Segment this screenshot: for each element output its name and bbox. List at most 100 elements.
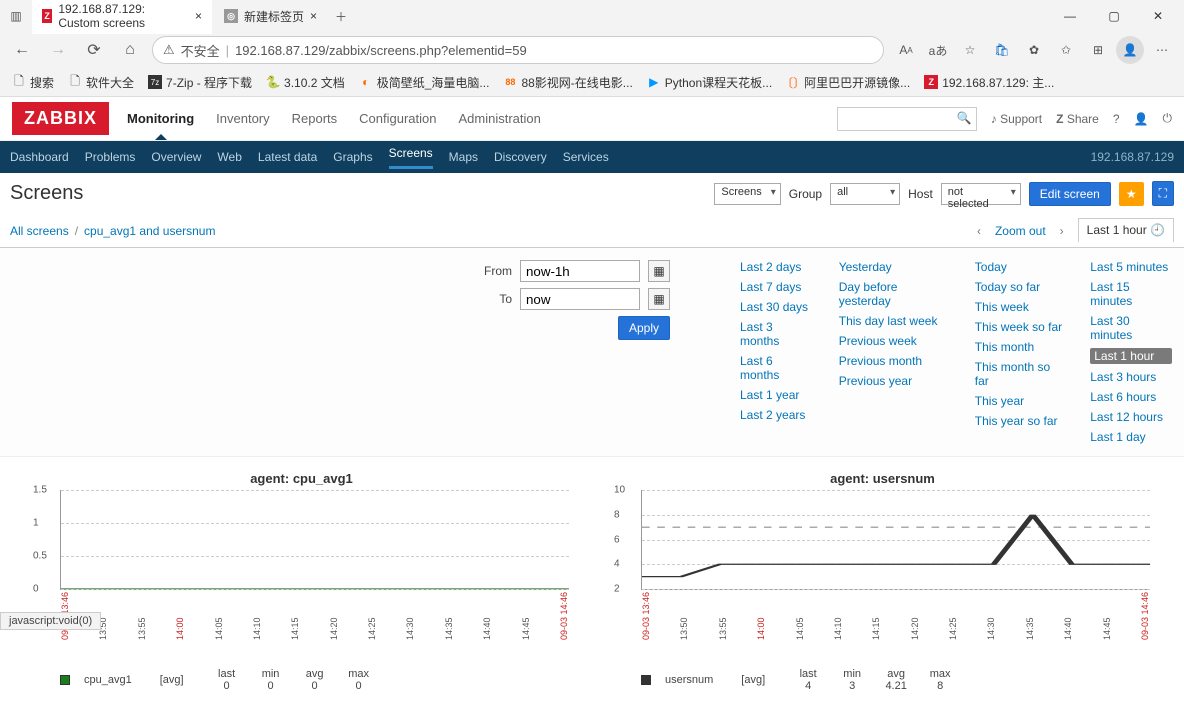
preset-link[interactable]: This month so far: [975, 360, 1064, 388]
bookmark-item[interactable]: ▶Python课程天花板...: [647, 74, 772, 91]
global-search-input[interactable]: 🔍: [837, 107, 977, 131]
menu-administration[interactable]: Administration: [459, 111, 541, 126]
bookmark-item[interactable]: 8888影视网-在线电影...: [503, 74, 632, 91]
new-tab-button[interactable]: ＋: [329, 4, 353, 28]
breadcrumb-all[interactable]: All screens: [10, 224, 69, 238]
extensions-icon[interactable]: ✿: [1020, 36, 1048, 64]
app-icon[interactable]: ⊞: [1084, 36, 1112, 64]
bookmark-item[interactable]: ◐极简壁纸_海量电脑...: [359, 74, 490, 91]
subnav-services[interactable]: Services: [563, 150, 609, 164]
subnav-problems[interactable]: Problems: [85, 150, 136, 164]
preset-link[interactable]: Last 3 months: [740, 320, 813, 348]
preset-link[interactable]: Last 2 days: [740, 260, 813, 274]
subnav-maps[interactable]: Maps: [449, 150, 478, 164]
preset-link[interactable]: This week so far: [975, 320, 1064, 334]
edit-screen-button[interactable]: Edit screen: [1029, 182, 1111, 206]
preset-link[interactable]: Previous year: [839, 374, 949, 388]
preset-link[interactable]: Last 30 minutes: [1090, 314, 1172, 342]
browser-tab-1[interactable]: ◎ 新建标签页 ×: [214, 4, 327, 29]
to-calendar-icon[interactable]: ▦: [648, 288, 670, 310]
time-period-toggle[interactable]: Last 1 hour 🕘: [1078, 218, 1174, 243]
fullscreen-button[interactable]: ⛶: [1152, 181, 1174, 206]
user-icon[interactable]: 👤: [1134, 112, 1149, 126]
preset-link[interactable]: Last 6 months: [740, 354, 813, 382]
bookmark-item[interactable]: 🗋搜索: [12, 74, 54, 91]
breadcrumb-current[interactable]: cpu_avg1 and usersnum: [84, 224, 215, 238]
menu-inventory[interactable]: Inventory: [216, 111, 269, 126]
help-icon[interactable]: ?: [1113, 112, 1120, 126]
preset-link[interactable]: Previous week: [839, 334, 949, 348]
zabbix-logo[interactable]: ZABBIX: [12, 102, 109, 135]
subnav-overview[interactable]: Overview: [151, 150, 201, 164]
zoom-out[interactable]: Zoom out: [995, 224, 1046, 238]
preset-link[interactable]: Last 3 hours: [1090, 370, 1172, 384]
preset-link[interactable]: Today: [975, 260, 1064, 274]
share-link[interactable]: Z Share: [1056, 112, 1099, 126]
minimize-button[interactable]: —: [1048, 2, 1092, 30]
preset-link[interactable]: Last 6 hours: [1090, 390, 1172, 404]
shopping-icon[interactable]: 🛍: [988, 36, 1016, 64]
maximize-button[interactable]: ▢: [1092, 2, 1136, 30]
bookmark-item[interactable]: 🐍3.10.2 文档: [266, 74, 345, 91]
preset-link[interactable]: Last 5 minutes: [1090, 260, 1172, 274]
to-input[interactable]: [520, 288, 640, 310]
subnav-latest[interactable]: Latest data: [258, 150, 317, 164]
group-select[interactable]: all: [830, 183, 900, 205]
time-prev-icon[interactable]: ‹: [977, 224, 981, 238]
apply-button[interactable]: Apply: [618, 316, 670, 340]
preset-link[interactable]: Yesterday: [839, 260, 949, 274]
collections-icon[interactable]: ✩: [1052, 36, 1080, 64]
preset-link[interactable]: This year: [975, 394, 1064, 408]
preset-link[interactable]: Previous month: [839, 354, 949, 368]
bookmark-item[interactable]: Z192.168.87.129: 主...: [924, 74, 1054, 91]
from-input[interactable]: [520, 260, 640, 282]
subnav-screens[interactable]: Screens: [389, 146, 433, 169]
preset-link[interactable]: Last 30 days: [740, 300, 813, 314]
preset-link[interactable]: This year so far: [975, 414, 1064, 428]
subnav-discovery[interactable]: Discovery: [494, 150, 547, 164]
text-size-icon[interactable]: AA: [892, 36, 920, 64]
close-tab-icon[interactable]: ×: [195, 9, 202, 23]
from-calendar-icon[interactable]: ▦: [648, 260, 670, 282]
preset-link[interactable]: This month: [975, 340, 1064, 354]
preset-link[interactable]: Day before yesterday: [839, 280, 949, 308]
preset-link[interactable]: Last 2 years: [740, 408, 813, 422]
preset-link[interactable]: Last 7 days: [740, 280, 813, 294]
menu-configuration[interactable]: Configuration: [359, 111, 436, 126]
preset-link[interactable]: Last 12 hours: [1090, 410, 1172, 424]
preset-link[interactable]: Last 1 day: [1090, 430, 1172, 444]
reload-button[interactable]: ⟳: [80, 36, 108, 64]
support-link[interactable]: ♪ Support: [991, 112, 1042, 126]
favorite-button[interactable]: ★: [1119, 182, 1144, 206]
browser-tab-0[interactable]: Z 192.168.87.129: Custom screens ×: [32, 0, 212, 34]
host-select[interactable]: not selected: [941, 183, 1021, 205]
preset-link[interactable]: Last 15 minutes: [1090, 280, 1172, 308]
bookmark-item[interactable]: 〔〕阿里巴巴开源镜像...: [786, 74, 910, 91]
preset-link[interactable]: Last 1 year: [740, 388, 813, 402]
menu-monitoring[interactable]: Monitoring: [127, 111, 194, 126]
preset-link[interactable]: Today so far: [975, 280, 1064, 294]
close-tab-icon[interactable]: ×: [310, 9, 317, 23]
preset-link[interactable]: This week: [975, 300, 1064, 314]
translate-icon[interactable]: aあ: [924, 36, 952, 64]
tab-menu-icon[interactable]: ▥: [4, 4, 28, 28]
search-icon[interactable]: 🔍: [957, 111, 972, 125]
profile-icon[interactable]: 👤: [1116, 36, 1144, 64]
logout-icon[interactable]: ⏻: [1163, 111, 1173, 126]
bookmark-item[interactable]: 🗋软件大全: [68, 74, 134, 91]
more-icon[interactable]: ⋯: [1148, 36, 1176, 64]
time-next-icon[interactable]: ›: [1060, 224, 1064, 238]
menu-reports[interactable]: Reports: [292, 111, 338, 126]
subnav-graphs[interactable]: Graphs: [333, 150, 372, 164]
close-window-button[interactable]: ✕: [1136, 2, 1180, 30]
preset-link[interactable]: This day last week: [839, 314, 949, 328]
subnav-dashboard[interactable]: Dashboard: [10, 150, 69, 164]
favorite-icon[interactable]: ☆: [956, 36, 984, 64]
subnav-web[interactable]: Web: [217, 150, 241, 164]
bookmark-item[interactable]: 7z7-Zip - 程序下载: [148, 74, 252, 91]
back-button[interactable]: ←: [8, 36, 36, 64]
address-bar[interactable]: ⚠ 不安全 | 192.168.87.129/zabbix/screens.ph…: [152, 36, 884, 64]
preset-link[interactable]: Last 1 hour: [1090, 348, 1172, 364]
screens-select[interactable]: Screens: [714, 183, 780, 205]
home-button[interactable]: ⌂: [116, 36, 144, 64]
